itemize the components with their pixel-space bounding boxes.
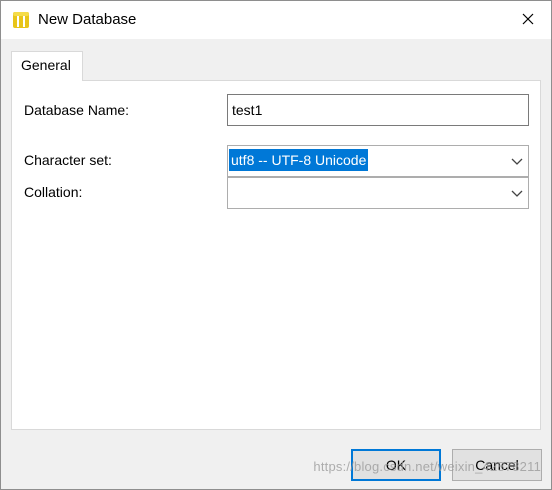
character-set-select[interactable]: utf8 -- UTF-8 Unicode: [227, 145, 529, 177]
title-bar: New Database: [1, 1, 551, 39]
tab-general[interactable]: General: [11, 51, 83, 81]
collation-label: Collation:: [24, 184, 83, 200]
character-set-value: utf8 -- UTF-8 Unicode: [229, 149, 369, 171]
close-button[interactable]: [505, 1, 551, 39]
tab-general-label: General: [21, 57, 71, 73]
close-icon: [522, 12, 534, 28]
database-icon: [12, 10, 30, 30]
new-database-dialog: New Database General Database Name: test…: [0, 0, 552, 490]
collation-value: [229, 181, 233, 185]
collation-select[interactable]: [227, 177, 529, 209]
character-set-label: Character set:: [24, 152, 112, 168]
database-name-input[interactable]: test1: [227, 94, 529, 126]
general-panel: [11, 80, 541, 430]
chevron-down-icon[interactable]: [510, 187, 524, 199]
chevron-down-icon[interactable]: [510, 155, 524, 167]
cancel-button[interactable]: Cancel: [452, 449, 542, 481]
window-title: New Database: [38, 11, 137, 28]
database-name-label: Database Name:: [24, 102, 130, 118]
ok-button[interactable]: OK: [351, 449, 441, 481]
